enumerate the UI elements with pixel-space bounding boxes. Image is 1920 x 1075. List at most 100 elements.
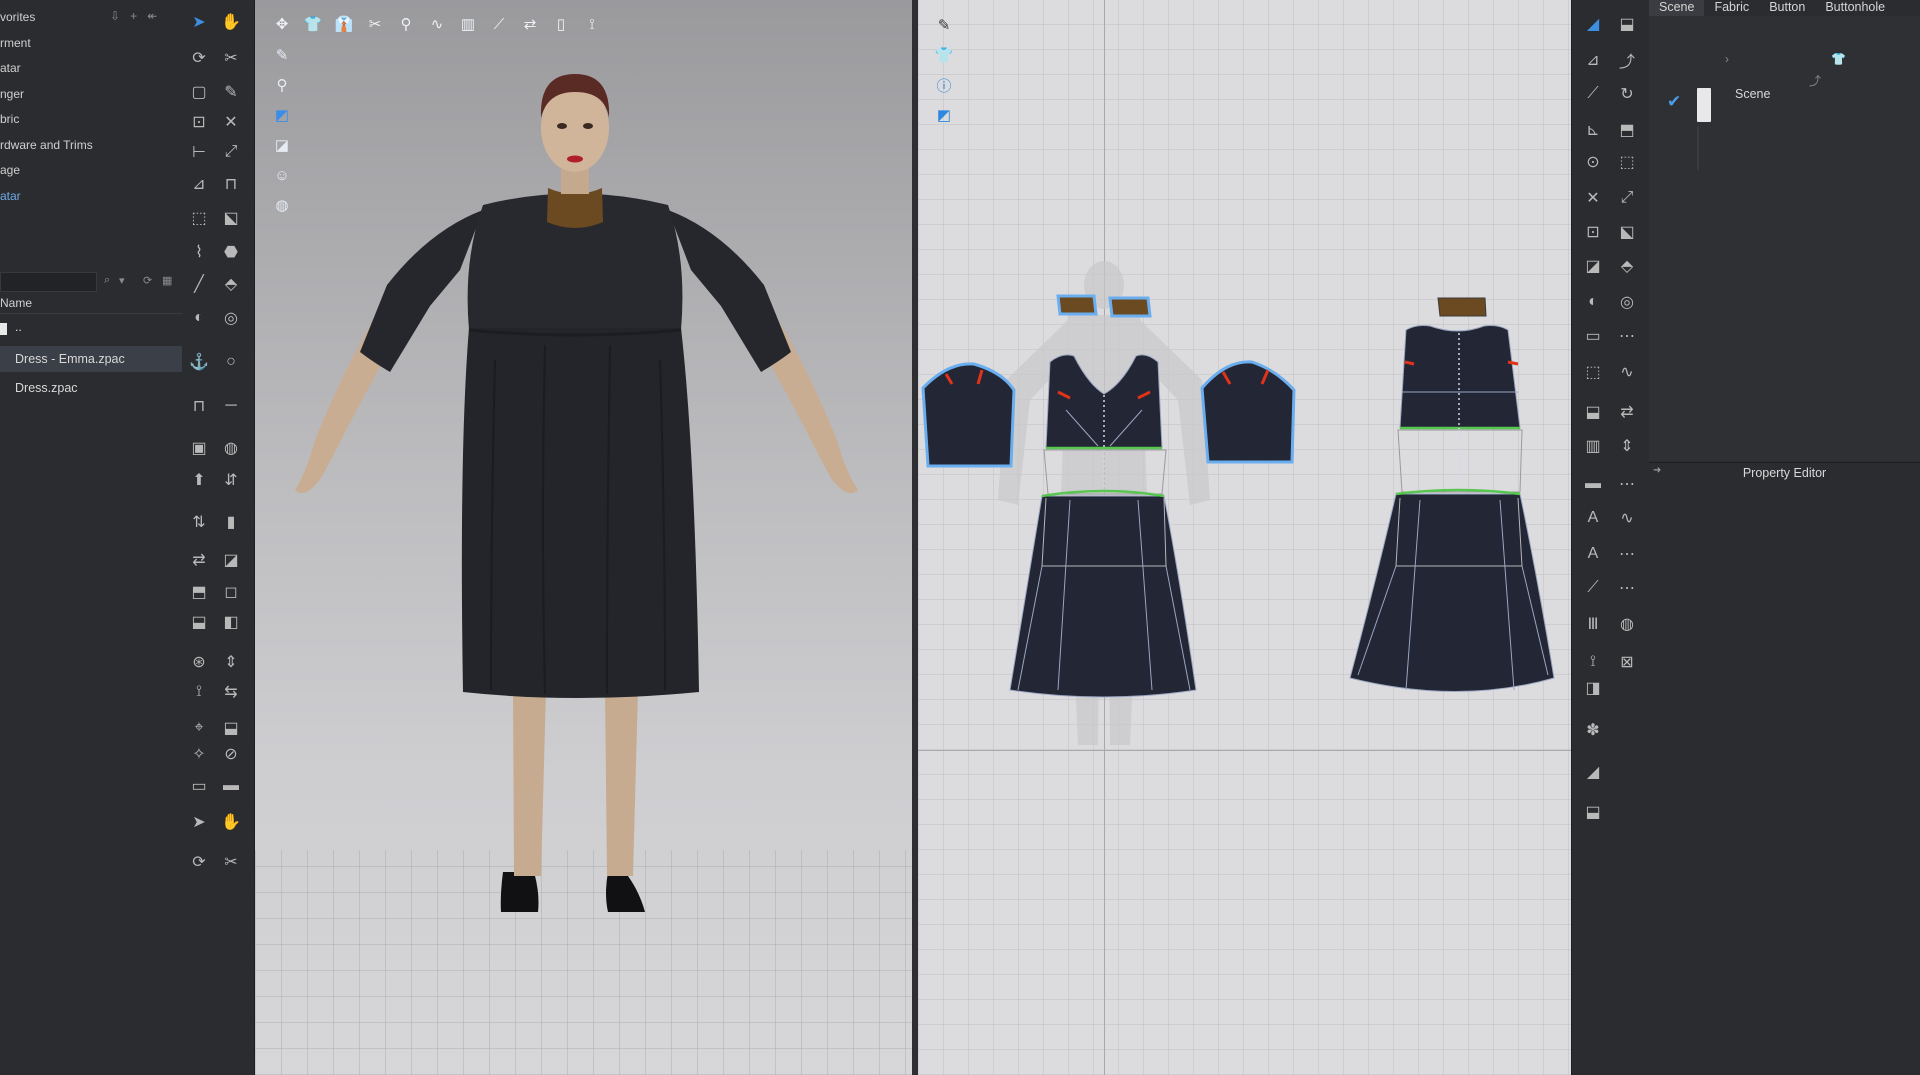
tool-button[interactable]: ▥	[1580, 434, 1606, 458]
tab-fabric[interactable]: Fabric	[1704, 0, 1759, 16]
pattern-display-icon[interactable]: ✎	[930, 12, 958, 38]
tool-button[interactable]: ⌖	[186, 716, 212, 740]
tool-button[interactable]: ▣	[186, 436, 212, 460]
tool-button[interactable]: ○	[218, 350, 244, 374]
download-icon[interactable]: ⇩	[110, 9, 120, 23]
tool-button[interactable]: ⊢	[186, 140, 212, 164]
tool-button[interactable]: ∿	[1614, 506, 1640, 530]
tool-button[interactable]: ◢	[1580, 12, 1606, 36]
avatar-3d[interactable]	[255, 0, 912, 1075]
viewport-display-icon[interactable]: ◍	[269, 192, 295, 218]
library-category-item[interactable]: age	[0, 163, 20, 177]
tool-button[interactable]: ▬	[218, 774, 244, 798]
viewport-display-icon[interactable]: ☺	[269, 162, 295, 188]
tool-button[interactable]: A	[1580, 542, 1606, 566]
tool-button[interactable]: ⋯	[1614, 542, 1640, 566]
tool-button[interactable]: ⊡	[186, 110, 212, 134]
scene-thumbnail[interactable]	[1697, 88, 1711, 122]
name-column-header[interactable]: Name	[0, 296, 32, 310]
tool-button[interactable]: ⬘	[1614, 254, 1640, 278]
viewport-display-icon[interactable]: ✎	[269, 42, 295, 68]
collar-piece-left[interactable]	[1058, 296, 1096, 314]
tool-button[interactable]: ◪	[1580, 254, 1606, 278]
tool-button[interactable]: ✎	[218, 80, 244, 104]
tool-button[interactable]: ⇄	[1614, 400, 1640, 424]
3d-viewport[interactable]: ✥👕👔✂⚲∿▥⟋⇄▯⟟ ✎⚲◩◪☺◍	[255, 0, 912, 1075]
expand-arrow-icon[interactable]: ›	[1725, 52, 1729, 66]
tool-button[interactable]: ⊿	[1580, 48, 1606, 72]
viewport-display-icon[interactable]: ⚲	[269, 72, 295, 98]
viewport-tool-icon[interactable]: 👕	[300, 12, 326, 36]
tool-button[interactable]: ⇕	[218, 650, 244, 674]
add-icon[interactable]: +	[130, 9, 137, 23]
tool-button[interactable]: ✕	[218, 110, 244, 134]
checkmark-icon[interactable]: ✔	[1667, 92, 1681, 112]
tool-button[interactable]: ◢	[1580, 760, 1606, 784]
tool-button[interactable]: ⬚	[186, 206, 212, 230]
viewport-tool-icon[interactable]: ∿	[424, 12, 450, 36]
tool-button[interactable]: ⤢	[218, 140, 244, 164]
sleeve-piece-right[interactable]	[1202, 362, 1294, 462]
library-category-item[interactable]: rdware and Trims	[0, 138, 93, 152]
tool-button[interactable]: ⇕	[1614, 434, 1640, 458]
front-skirt-piece[interactable]	[1010, 496, 1196, 697]
collar-piece-back[interactable]	[1438, 298, 1486, 316]
tool-button[interactable]: ✋	[218, 10, 244, 34]
tool-button[interactable]: ⋯	[1614, 472, 1640, 496]
scene-tree[interactable]: ✔ Scene › ⤴ 👕	[1649, 16, 1920, 461]
back-skirt-piece[interactable]	[1350, 494, 1554, 692]
tool-button[interactable]: ⤴	[1614, 48, 1640, 72]
tool-button[interactable]: ◨	[1580, 676, 1606, 700]
tool-button[interactable]: ◐	[1580, 290, 1606, 314]
viewport-tool-icon[interactable]: ⟋	[486, 12, 512, 36]
tool-button[interactable]: ⇅	[186, 510, 212, 534]
viewport-display-icon[interactable]: ◪	[269, 132, 295, 158]
tool-button[interactable]: ◎	[1614, 290, 1640, 314]
tool-button[interactable]: ◻	[218, 580, 244, 604]
tool-button[interactable]: A	[1580, 506, 1606, 530]
tool-button[interactable]: ⬚	[1580, 360, 1606, 384]
tool-button[interactable]: ⟟	[186, 680, 212, 704]
tool-button[interactable]: ✕	[1580, 186, 1606, 210]
tool-button[interactable]: ⬓	[1614, 12, 1640, 36]
tab-buttonhole[interactable]: Buttonhole	[1815, 0, 1895, 16]
tool-button[interactable]: ⋯	[1614, 324, 1640, 348]
tool-button[interactable]: ⟋	[1580, 576, 1606, 600]
tool-button[interactable]: ⬕	[1614, 220, 1640, 244]
tool-button[interactable]: ◍	[1614, 612, 1640, 636]
viewport-tool-icon[interactable]: ✂	[362, 12, 388, 36]
tool-button[interactable]: ⊓	[218, 172, 244, 196]
tool-button[interactable]: ⬘	[218, 272, 244, 296]
tool-button[interactable]: ➤	[186, 810, 212, 834]
tool-button[interactable]: ╱	[186, 272, 212, 296]
library-category-item[interactable]: rment	[0, 36, 31, 50]
tool-button[interactable]: ⊘	[218, 742, 244, 766]
2d-pattern-viewport[interactable]: ✎👕ⓘ◩	[918, 0, 1571, 1075]
pattern-display-icon[interactable]: ◩	[930, 102, 958, 128]
tool-button[interactable]: ▭	[1580, 324, 1606, 348]
viewport-tool-icon[interactable]: ⚲	[393, 12, 419, 36]
library-category-item[interactable]: atar	[0, 61, 21, 75]
tool-button[interactable]: ⬓	[218, 716, 244, 740]
viewport-tool-icon[interactable]: ▥	[455, 12, 481, 36]
tool-button[interactable]: ⬓	[1580, 800, 1606, 824]
tool-button[interactable]: ▮	[218, 510, 244, 534]
garment-icon[interactable]: 👕	[1831, 52, 1846, 66]
tool-button[interactable]: ⇆	[218, 680, 244, 704]
scene-tool-icon[interactable]: ⤴	[1809, 72, 1821, 89]
parent-folder-item[interactable]: ..	[15, 320, 22, 334]
tool-button[interactable]: ⇵	[218, 468, 244, 492]
tool-button[interactable]: ⊿	[186, 172, 212, 196]
tab-button[interactable]: Button	[1759, 0, 1815, 16]
viewport-display-icon[interactable]: ◩	[269, 102, 295, 128]
tab-scene[interactable]: Scene	[1649, 0, 1704, 16]
search-icon[interactable]: ⌕	[104, 274, 110, 287]
tool-button[interactable]: ⬆	[186, 468, 212, 492]
file-list-item[interactable]: Dress.zpac	[0, 375, 182, 401]
library-category-item[interactable]: atar	[0, 189, 21, 203]
tool-button[interactable]: ✽	[1580, 718, 1606, 742]
viewport-tool-icon[interactable]: ✥	[269, 12, 295, 36]
tool-button[interactable]: ⊓	[186, 394, 212, 418]
back-icon[interactable]: ↞	[147, 9, 157, 23]
library-search-input[interactable]	[0, 272, 97, 292]
